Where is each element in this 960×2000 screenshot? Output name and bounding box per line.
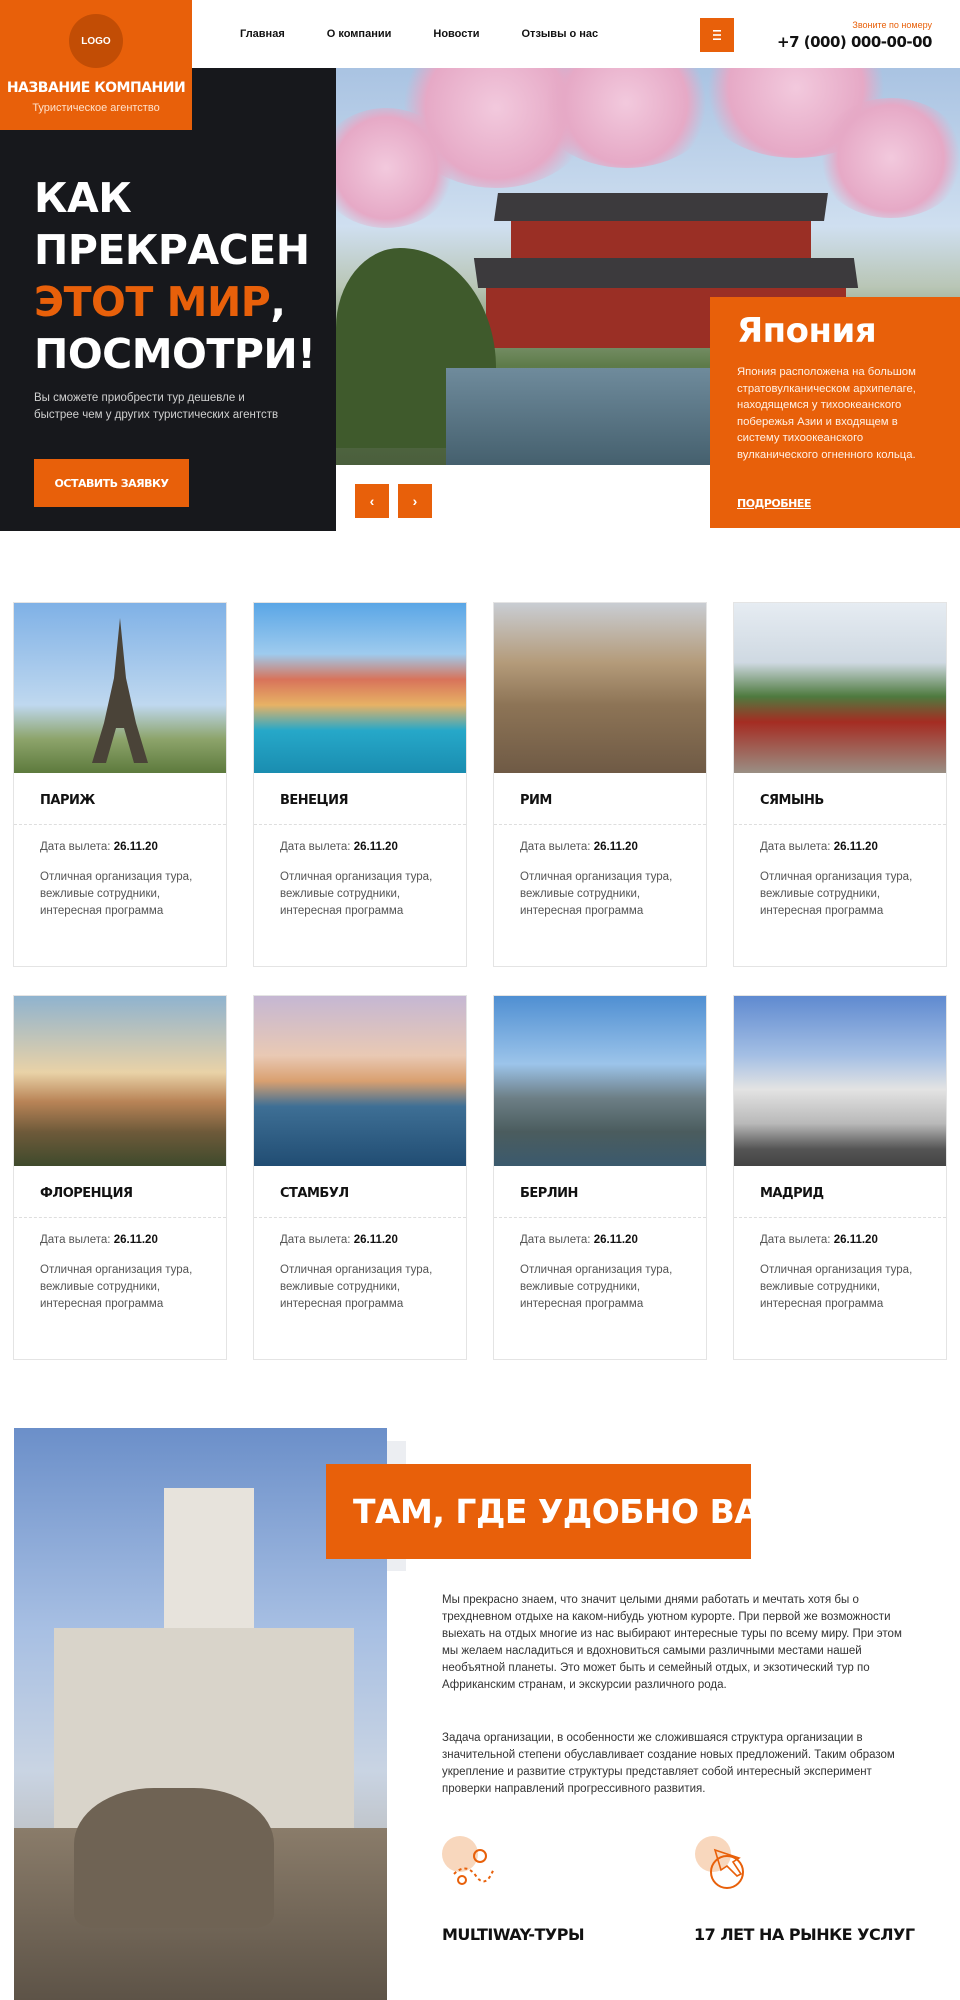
tour-card-florence[interactable]: ФЛОРЕНЦИЯ Дата вылета: 26.11.20 Отличная… — [13, 995, 227, 1360]
airplane-globe-icon — [695, 1836, 744, 1889]
hero-title-comma: , — [270, 278, 286, 326]
tour-image-rome — [494, 603, 706, 773]
tour-date: Дата вылета: 26.11.20 — [40, 841, 158, 853]
tour-image-berlin — [494, 996, 706, 1166]
nav-item-about[interactable]: О компании — [327, 28, 392, 40]
tour-description: Отличная организация тура, вежливые сотр… — [760, 1264, 913, 1310]
call-label: Звоните по номеру — [852, 20, 932, 30]
divider — [494, 1217, 706, 1218]
divider — [734, 1217, 946, 1218]
company-subtitle: Туристическое агентство — [32, 102, 160, 114]
hero-title-line-4: ПОСМОТРИ! — [34, 330, 316, 378]
tour-city: РИМ — [520, 793, 552, 808]
tour-image-xiamen — [734, 603, 946, 773]
tour-card-madrid[interactable]: МАДРИД Дата вылета: 26.11.20 Отличная ор… — [733, 995, 947, 1360]
divider — [14, 1217, 226, 1218]
main-nav: Главная О компании Новости Отзывы о нас — [240, 0, 598, 68]
about-paragraph-2: Задача организации, в особенности же сло… — [442, 1732, 895, 1795]
tour-date: Дата вылета: 26.11.20 — [520, 841, 638, 853]
about-paragraph-1: Мы прекрасно знаем, что значит целыми дн… — [442, 1594, 902, 1691]
feature-multiway: MULTIWAY-ТУРЫ — [442, 1925, 585, 1944]
more-link[interactable]: ПОДРОБНЕЕ — [737, 497, 811, 510]
tour-image-venice — [254, 603, 466, 773]
company-name: НАЗВАНИЕ КОМПАНИИ — [6, 80, 186, 96]
request-button[interactable]: ОСТАВИТЬ ЗАЯВКУ — [34, 459, 189, 507]
logo: LOGO — [69, 14, 123, 68]
tour-image-paris — [14, 603, 226, 773]
tour-date: Дата вылета: 26.11.20 — [760, 1234, 878, 1246]
tour-description: Отличная организация тура, вежливые сотр… — [280, 871, 433, 917]
destination-text: Япония расположена на большом стратовулк… — [737, 366, 916, 461]
phone-number[interactable]: +7 (000) 000-00-00 — [777, 33, 932, 51]
tour-city: ВЕНЕЦИЯ — [280, 793, 349, 808]
chevron-left-icon: ‹ — [369, 493, 375, 509]
nav-item-news[interactable]: Новости — [433, 28, 479, 40]
tour-city: БЕРЛИН — [520, 1186, 578, 1201]
tour-description: Отличная организация тура, вежливые сотр… — [760, 871, 913, 917]
destination-title: Япония — [737, 311, 877, 351]
tour-card-xiamen[interactable]: СЯМЫНЬ Дата вылета: 26.11.20 Отличная ор… — [733, 602, 947, 967]
tour-date: Дата вылета: 26.11.20 — [280, 841, 398, 853]
hero-description: Вы сможете приобрести тур дешевле и быст… — [34, 392, 279, 421]
tour-description: Отличная организация тура, вежливые сотр… — [520, 871, 673, 917]
hero-title: КАК ПРЕКРАСЕН ЭТОТ МИР, ПОСМОТРИ! — [34, 172, 334, 380]
destination-card: Япония Япония расположена на большом стр… — [710, 297, 960, 528]
tour-city: СТАМБУЛ — [280, 1186, 349, 1201]
tour-city: ПАРИЖ — [40, 793, 95, 808]
tour-description: Отличная организация тура, вежливые сотр… — [280, 1264, 433, 1310]
hamburger-icon — [713, 30, 721, 40]
divider — [494, 824, 706, 825]
divider — [734, 824, 946, 825]
tour-description: Отличная организация тура, вежливые сотр… — [520, 1264, 673, 1310]
nav-item-reviews[interactable]: Отзывы о нас — [522, 28, 599, 40]
tour-image-florence — [14, 996, 226, 1166]
tour-card-istanbul[interactable]: СТАМБУЛ Дата вылета: 26.11.20 Отличная о… — [253, 995, 467, 1360]
hero-title-line-1: КАК — [34, 174, 132, 222]
hero-title-accent: ЭТОТ МИР — [34, 278, 271, 326]
tour-card-paris[interactable]: ПАРИЖ Дата вылета: 26.11.20 Отличная орг… — [13, 602, 227, 967]
about-title-box: ТАМ, ГДЕ УДОБНО ВАМ — [326, 1464, 792, 1559]
tour-description: Отличная организация тура, вежливые сотр… — [40, 1264, 193, 1310]
tour-image-istanbul — [254, 996, 466, 1166]
tour-date: Дата вылета: 26.11.20 — [760, 841, 878, 853]
about-title: ТАМ, ГДЕ УДОБНО ВАМ — [353, 1492, 792, 1531]
tour-description: Отличная организация тура, вежливые сотр… — [40, 871, 193, 917]
tour-card-berlin[interactable]: БЕРЛИН Дата вылета: 26.11.20 Отличная ор… — [493, 995, 707, 1360]
tour-city: СЯМЫНЬ — [760, 793, 824, 808]
tour-date: Дата вылета: 26.11.20 — [40, 1234, 158, 1246]
divider — [14, 824, 226, 825]
map-route-icon — [442, 1836, 495, 1885]
slider-next-button[interactable]: › — [398, 484, 432, 518]
tour-city: ФЛОРЕНЦИЯ — [40, 1186, 133, 1201]
chevron-right-icon: › — [412, 493, 418, 509]
divider — [254, 1217, 466, 1218]
tour-card-rome[interactable]: РИМ Дата вылета: 26.11.20 Отличная орган… — [493, 602, 707, 967]
hero-title-line-2: ПРЕКРАСЕН — [34, 226, 310, 274]
tour-card-venice[interactable]: ВЕНЕЦИЯ Дата вылета: 26.11.20 Отличная о… — [253, 602, 467, 967]
tour-date: Дата вылета: 26.11.20 — [280, 1234, 398, 1246]
nav-item-home[interactable]: Главная — [240, 28, 285, 40]
menu-button[interactable] — [700, 18, 734, 52]
slider-prev-button[interactable]: ‹ — [355, 484, 389, 518]
logo-block[interactable]: LOGO НАЗВАНИЕ КОМПАНИИ Туристическое аге… — [0, 0, 192, 130]
tour-image-madrid — [734, 996, 946, 1166]
divider — [254, 824, 466, 825]
tour-date: Дата вылета: 26.11.20 — [520, 1234, 638, 1246]
feature-years: 17 ЛЕТ НА РЫНКЕ УСЛУГ — [694, 1925, 915, 1944]
tour-city: МАДРИД — [760, 1186, 824, 1201]
